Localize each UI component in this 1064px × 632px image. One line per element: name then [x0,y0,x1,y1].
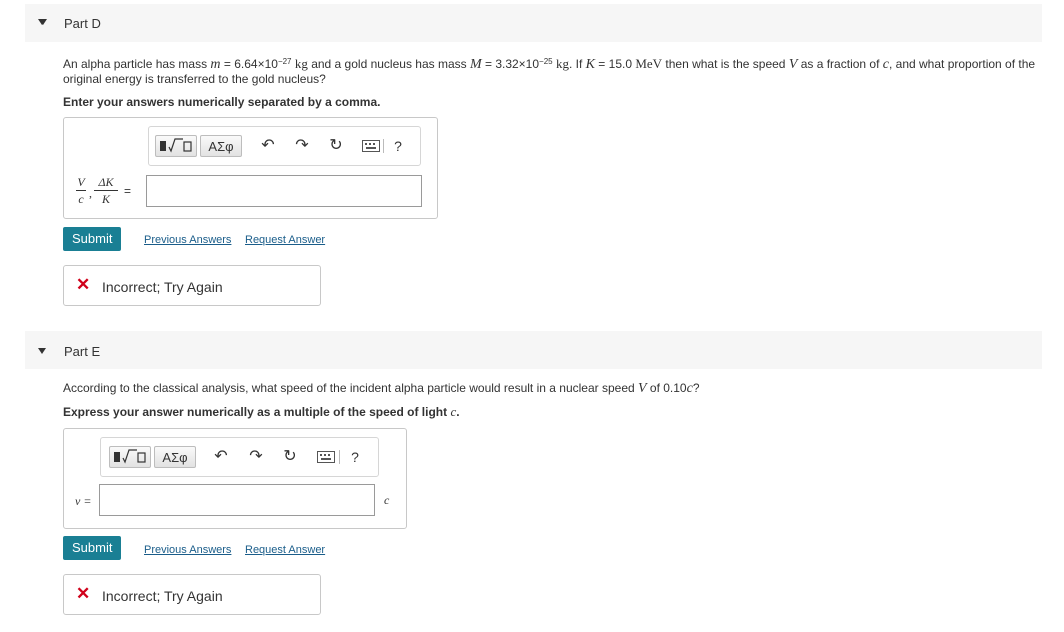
templates-icon [114,449,146,464]
redo-icon[interactable]: ↷ [247,448,265,466]
incorrect-x-icon: ✕ [76,584,91,603]
delta-k-numerator: ΔK [98,175,114,189]
part-e-question: According to the classical analysis, wha… [63,381,700,396]
fraction-bar [94,190,118,191]
part-d-answer-input[interactable] [146,175,422,207]
part-d-answer-label: V c , ΔK K = [76,175,140,211]
incorrect-x-icon: ✕ [76,275,91,294]
part-e-submit-button[interactable]: Submit [63,536,122,560]
greek-symbols-button[interactable]: ΑΣφ [200,135,242,157]
help-icon[interactable]: ? [389,137,407,155]
undo-icon[interactable]: ↶ [259,137,277,155]
part-d-submit-button[interactable]: Submit [63,227,122,251]
fraction-bar [76,190,86,191]
part-d-instruction: Enter your answers numerically separated… [63,95,381,109]
v-numerator: V [77,175,85,189]
math-toolbar: ΑΣφ ↶ ↷ ↻ ? [100,437,379,477]
part-d-question: An alpha particle has mass m = 6.64×10−2… [63,56,1036,87]
templates-icon [160,138,192,153]
toolbar-divider [339,450,340,464]
undo-icon[interactable]: ↶ [212,448,230,466]
part-d-title: Part D [64,16,101,31]
part-e-feedback: ✕ Incorrect; Try Again [63,574,321,615]
c-denominator: c [78,192,84,206]
help-icon[interactable]: ? [346,448,364,466]
part-d-feedback: ✕ Incorrect; Try Again [63,265,321,306]
keyboard-icon[interactable] [362,137,380,155]
equals-sign: = [124,184,132,198]
part-d-header[interactable] [25,4,1042,42]
part-e-instruction: Express your answer numerically as a mul… [63,404,460,419]
greek-symbols-button[interactable]: ΑΣφ [154,446,196,468]
part-e-feedback-text: Incorrect; Try Again [102,588,223,604]
part-e-answer-input[interactable] [99,484,375,516]
part-d-answer-box: ΑΣφ ↶ ↷ ↻ ? V c , ΔK K = [63,117,438,219]
unit-label: c [384,493,390,507]
part-e-answer-label: v = [75,494,92,508]
part-d-previous-answers-link[interactable]: Previous Answers [144,234,231,246]
reset-icon[interactable]: ↻ [327,137,345,155]
templates-button[interactable] [109,446,151,468]
part-d-request-answer-link[interactable]: Request Answer [245,234,325,246]
math-toolbar: ΑΣφ ↶ ↷ ↻ ? [148,126,421,166]
part-e-previous-answers-link[interactable]: Previous Answers [144,544,231,556]
templates-button[interactable] [155,135,197,157]
k-denominator: K [101,192,110,206]
redo-icon[interactable]: ↷ [293,137,311,155]
part-e-title: Part E [64,344,101,359]
comma-separator: , [89,186,92,200]
toolbar-divider [383,139,384,153]
part-e-caret[interactable] [38,348,46,354]
part-e-answer-box: ΑΣφ ↶ ↷ ↻ ? v = c [63,428,407,529]
part-d-feedback-text: Incorrect; Try Again [102,279,223,295]
part-e-header[interactable] [25,331,1042,369]
keyboard-icon[interactable] [317,448,335,466]
part-d-caret[interactable] [38,19,46,25]
reset-icon[interactable]: ↻ [281,448,299,466]
part-e-request-answer-link[interactable]: Request Answer [245,544,325,556]
